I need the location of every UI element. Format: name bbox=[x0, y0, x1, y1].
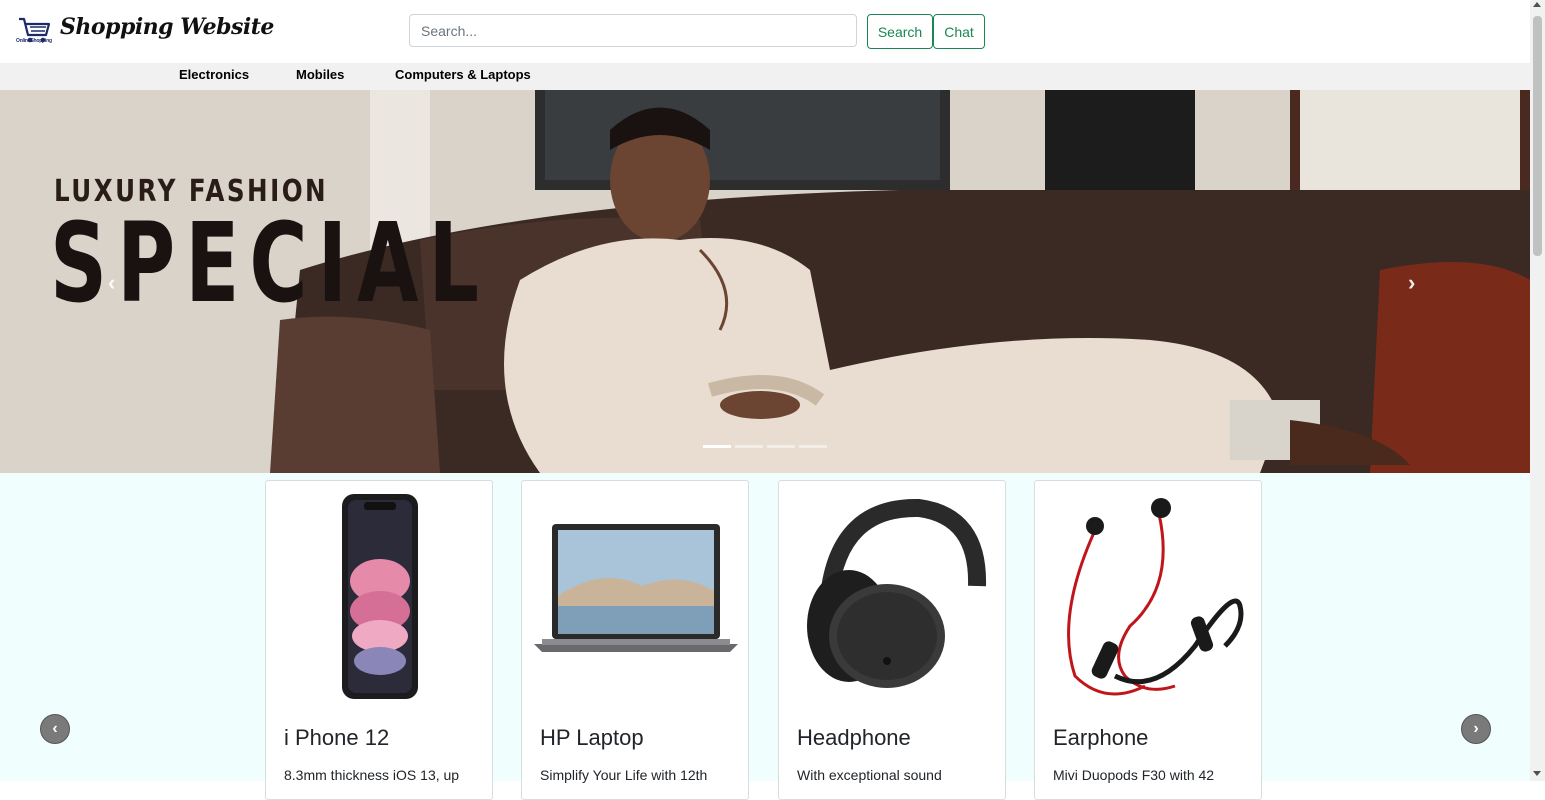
scroll-down-icon[interactable] bbox=[1533, 771, 1541, 776]
products-carousel: i Phone 12 8.3mm thickness iOS 13, up HP… bbox=[0, 473, 1530, 800]
carousel-prev-icon[interactable]: ‹ bbox=[108, 270, 115, 296]
product-card-headphone[interactable]: Headphone With exceptional sound bbox=[778, 480, 1006, 800]
product-title: Earphone bbox=[1053, 725, 1149, 750]
headphone-image bbox=[807, 498, 987, 688]
nav-item-mobiles[interactable]: Mobiles bbox=[296, 67, 344, 82]
carousel-indicator-2[interactable] bbox=[735, 445, 763, 448]
carousel-indicator-1[interactable] bbox=[703, 445, 731, 448]
hero-title: SPECIAL bbox=[50, 199, 490, 327]
logo-text: OnlineShopping bbox=[16, 38, 52, 44]
hero-carousel: LUXURY FASHION SPECIAL ‹ › bbox=[0, 90, 1530, 473]
laptop-image bbox=[534, 524, 738, 652]
nav-item-electronics[interactable]: Electronics bbox=[179, 67, 249, 82]
carousel-indicator-4[interactable] bbox=[799, 445, 827, 448]
search-input[interactable] bbox=[409, 14, 857, 47]
product-card-iphone[interactable]: i Phone 12 8.3mm thickness iOS 13, up bbox=[265, 480, 493, 800]
search-button[interactable]: Search bbox=[867, 14, 933, 49]
carousel-indicator-3[interactable] bbox=[767, 445, 795, 448]
product-card-earphone[interactable]: Earphone Mivi Duopods F30 with 42 bbox=[1034, 480, 1262, 800]
scroll-up-icon[interactable] bbox=[1533, 2, 1541, 7]
chat-button[interactable]: Chat bbox=[933, 14, 985, 49]
product-title: HP Laptop bbox=[540, 725, 644, 750]
product-card-hp-laptop[interactable]: HP Laptop Simplify Your Life with 12th bbox=[521, 480, 749, 800]
nav-item-computers-laptops[interactable]: Computers & Laptops bbox=[395, 67, 531, 82]
earphone-image bbox=[1067, 498, 1244, 696]
products-next-icon[interactable]: › bbox=[1461, 714, 1491, 744]
smartphone-image bbox=[342, 494, 418, 699]
products-prev-icon[interactable]: ‹ bbox=[40, 714, 70, 744]
scrollbar-thumb[interactable] bbox=[1533, 16, 1542, 256]
carousel-next-icon[interactable]: › bbox=[1408, 270, 1415, 296]
carousel-indicators bbox=[703, 445, 827, 448]
product-title: i Phone 12 bbox=[284, 725, 390, 750]
product-title: Headphone bbox=[797, 725, 911, 750]
brand-title[interactable]: Shopping Website bbox=[60, 14, 274, 40]
site-header: OnlineShopping Shopping Website Search C… bbox=[0, 0, 1530, 63]
category-nav: Electronics Mobiles Computers & Laptops bbox=[0, 63, 1530, 90]
